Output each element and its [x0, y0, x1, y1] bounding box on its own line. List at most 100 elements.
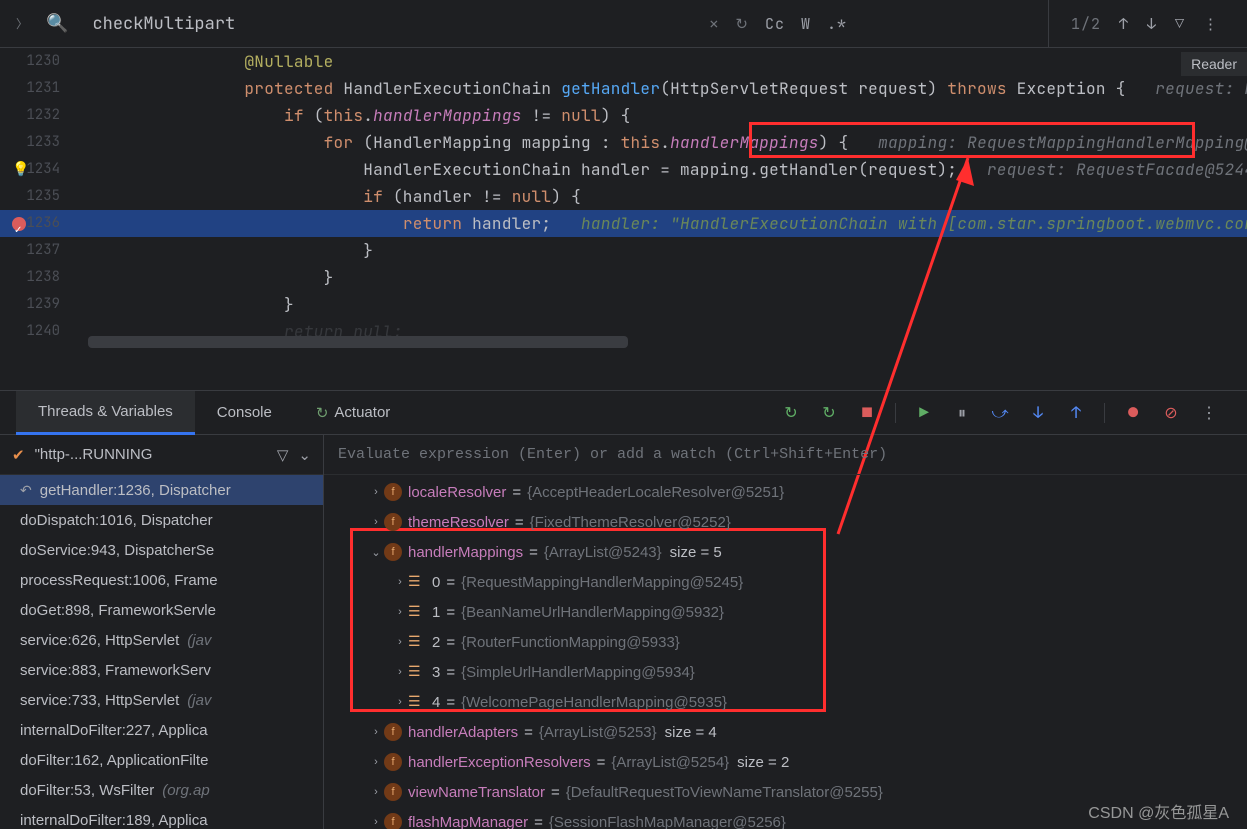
expand-icon[interactable]: › [368, 516, 384, 528]
stack-frame[interactable]: processRequest:1006, Frame [0, 565, 323, 595]
more-debug-icon[interactable]: ⋮ [1199, 403, 1219, 423]
pause-icon[interactable]: ⏸ [952, 403, 972, 423]
line-number[interactable]: 1232 [0, 102, 86, 129]
filter-icon[interactable]: ▽ [277, 446, 289, 464]
expand-icon[interactable]: › [368, 756, 384, 768]
intention-bulb-icon[interactable]: 💡 [12, 156, 29, 183]
frame-label: internalDoFilter:227, Applica [20, 722, 208, 739]
line-number[interactable]: 1233 [0, 129, 86, 156]
view-breakpoints-icon[interactable]: ● [1123, 403, 1143, 423]
code-line[interactable]: 1235 if (handler != null) { [0, 183, 1247, 210]
rerun-failed-icon[interactable]: ↻ [819, 403, 839, 423]
reader-mode-tab[interactable]: Reader [1181, 52, 1247, 76]
call-stack[interactable]: ↶getHandler:1236, DispatcherdoDispatch:1… [0, 475, 323, 829]
line-number[interactable]: 1230 [0, 48, 86, 75]
code-line[interactable]: 1234💡 HandlerExecutionChain handler = ma… [0, 156, 1247, 183]
search-input[interactable] [92, 13, 652, 35]
tab-console[interactable]: Console [195, 391, 294, 435]
expand-icon[interactable]: › [368, 816, 384, 828]
filter-icon[interactable]: ▽ [1175, 14, 1185, 34]
stack-frame[interactable]: doService:943, DispatcherSe [0, 535, 323, 565]
expand-icon[interactable]: › [392, 576, 408, 588]
variable-row[interactable]: ›fhandlerAdapters = {ArrayList@5253}size… [324, 717, 1247, 747]
variable-row[interactable]: ›☰1 = {BeanNameUrlHandlerMapping@5932} [324, 597, 1247, 627]
regex-toggle[interactable]: .* [827, 14, 847, 34]
code-line[interactable]: 1236 return handler; handler: "HandlerEx… [0, 210, 1247, 237]
stack-frame[interactable]: internalDoFilter:189, Applica [0, 805, 323, 829]
line-number[interactable]: 1235 [0, 183, 86, 210]
history-icon[interactable]: ↻ [735, 14, 749, 34]
element-icon: ☰ [408, 663, 426, 681]
line-number[interactable]: 1231 [0, 75, 86, 102]
expand-icon[interactable]: ⌄ [368, 546, 384, 559]
variable-row[interactable]: ›fhandlerExceptionResolvers = {ArrayList… [324, 747, 1247, 777]
code-line[interactable]: 1239 } [0, 291, 1247, 318]
resume-icon[interactable]: ▶ [914, 403, 934, 423]
line-number[interactable]: 1236 [0, 210, 86, 237]
step-out-icon[interactable]: ↑ [1066, 403, 1086, 423]
code-line[interactable]: 1233 for (HandlerMapping mapping : this.… [0, 129, 1247, 156]
breakpoint-icon[interactable] [12, 217, 26, 231]
variable-size: size = 4 [665, 724, 717, 741]
variables-tree[interactable]: ›flocaleResolver = {AcceptHeaderLocaleRe… [324, 475, 1247, 829]
stack-frame[interactable]: doDispatch:1016, Dispatcher [0, 505, 323, 535]
code-line[interactable]: 1230 @Nullable [0, 48, 1247, 75]
variable-row[interactable]: ›☰4 = {WelcomePageHandlerMapping@5935} [324, 687, 1247, 717]
step-into-icon[interactable]: ↓ [1028, 403, 1048, 423]
tab-actuator[interactable]: ↻Actuator [294, 391, 412, 435]
expand-icon[interactable]: › [392, 666, 408, 678]
expand-icon[interactable]: › [392, 606, 408, 618]
expand-icon[interactable]: › [392, 696, 408, 708]
line-number[interactable]: 1239 [0, 291, 86, 318]
expand-icon[interactable]: › [368, 726, 384, 738]
frame-label: doGet:898, FrameworkServle [20, 602, 216, 619]
line-number[interactable]: 1234💡 [0, 156, 86, 183]
drop-frame-icon[interactable]: ↶ [20, 482, 32, 499]
chevron-down-icon[interactable]: ⌄ [298, 446, 311, 464]
next-match-icon[interactable]: ↓ [1147, 14, 1157, 34]
rerun-icon[interactable]: ↻ [781, 403, 801, 423]
search-icon[interactable]: 🔍 [46, 12, 68, 35]
more-icon[interactable]: ⋮ [1203, 14, 1219, 34]
code-text: if (handler != null) { [86, 183, 581, 210]
variable-row[interactable]: ›☰0 = {RequestMappingHandlerMapping@5245… [324, 567, 1247, 597]
line-number[interactable]: 1238 [0, 264, 86, 291]
stack-frame[interactable]: doFilter:162, ApplicationFilte [0, 745, 323, 775]
code-editor[interactable]: 1230 @Nullable1231 protected HandlerExec… [0, 48, 1247, 348]
code-line[interactable]: 1237 } [0, 237, 1247, 264]
close-icon[interactable]: ✕ [709, 14, 719, 34]
stack-frame[interactable]: service:626, HttpServlet (jav [0, 625, 323, 655]
stop-icon[interactable]: ■ [857, 403, 877, 423]
line-number[interactable]: 1237 [0, 237, 86, 264]
words-toggle[interactable]: W [801, 14, 811, 34]
code-text: @Nullable [86, 48, 334, 75]
variable-row[interactable]: ›fthemeResolver = {FixedThemeResolver@52… [324, 507, 1247, 537]
code-line[interactable]: 1232 if (this.handlerMappings != null) { [0, 102, 1247, 129]
variable-row[interactable]: ⌄fhandlerMappings = {ArrayList@5243}size… [324, 537, 1247, 567]
variable-row[interactable]: ›☰3 = {SimpleUrlHandlerMapping@5934} [324, 657, 1247, 687]
variable-row[interactable]: ›flocaleResolver = {AcceptHeaderLocaleRe… [324, 477, 1247, 507]
expand-icon[interactable]: › [392, 636, 408, 648]
match-case-toggle[interactable]: Cc [765, 14, 785, 34]
expand-icon[interactable]: › [368, 786, 384, 798]
horizontal-scrollbar[interactable] [88, 336, 628, 348]
thread-name[interactable]: "http-...RUNNING [35, 446, 267, 463]
code-line[interactable]: 1238 } [0, 264, 1247, 291]
stack-frame[interactable]: internalDoFilter:227, Applica [0, 715, 323, 745]
element-icon: ☰ [408, 603, 426, 621]
mute-breakpoints-icon[interactable]: ⊘ [1161, 403, 1181, 423]
stack-frame[interactable]: doGet:898, FrameworkServle [0, 595, 323, 625]
code-line[interactable]: 1231 protected HandlerExecutionChain get… [0, 75, 1247, 102]
stack-frame[interactable]: doFilter:53, WsFilter (org.ap [0, 775, 323, 805]
prev-match-icon[interactable]: ↑ [1119, 14, 1129, 34]
stack-frame[interactable]: ↶getHandler:1236, Dispatcher [0, 475, 323, 505]
stack-frame[interactable]: service:883, FrameworkServ [0, 655, 323, 685]
tab-threads-variables[interactable]: Threads & Variables [16, 391, 195, 435]
step-over-icon[interactable]: ⤻ [990, 403, 1010, 423]
line-number[interactable]: 1240 [0, 318, 86, 345]
expand-icon[interactable]: › [368, 486, 384, 498]
collapse-icon[interactable]: 〉 [16, 15, 28, 32]
evaluate-expression-input[interactable]: Evaluate expression (Enter) or add a wat… [324, 435, 1247, 475]
variable-row[interactable]: ›☰2 = {RouterFunctionMapping@5933} [324, 627, 1247, 657]
stack-frame[interactable]: service:733, HttpServlet (jav [0, 685, 323, 715]
